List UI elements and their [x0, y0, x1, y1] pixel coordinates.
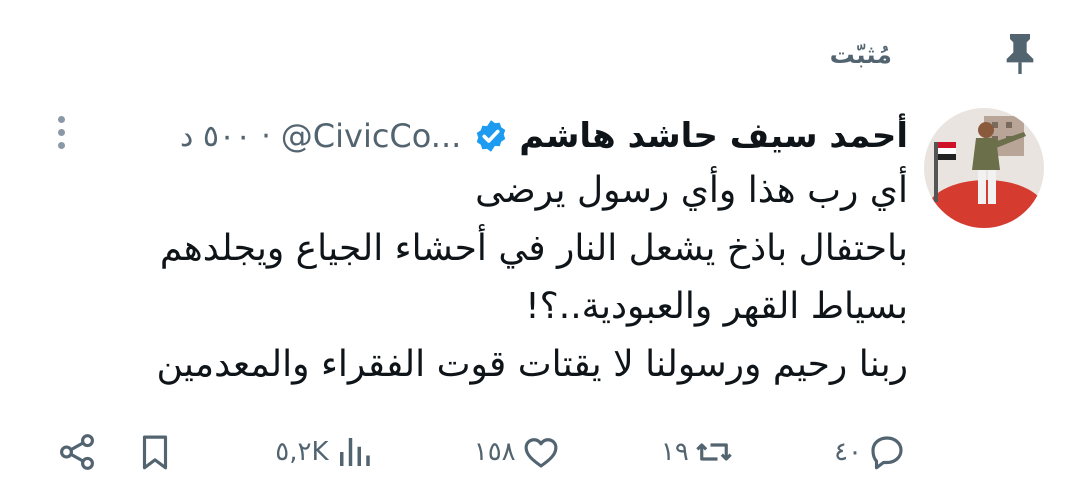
views-icon: [339, 438, 370, 466]
views-button[interactable]: ٥,٢K: [275, 431, 374, 473]
pin-icon: [1006, 34, 1034, 74]
avatar-image: [924, 108, 1044, 228]
bookmark-share-group: [56, 431, 176, 473]
share-icon: [60, 434, 95, 470]
tweet-text-line: بسياط القهر والعبودية..؟!: [525, 286, 908, 327]
share-button[interactable]: [56, 431, 98, 473]
tweet-header: أحمد سيف حاشد هاشم @CivicCo... · ٥٠٠ د: [40, 108, 908, 164]
reply-icon: [871, 436, 903, 470]
tweet-text-line: باحتفال باذخ يشعل النار في أحشاء الجياع …: [159, 228, 908, 269]
author-display-name[interactable]: أحمد سيف حاشد هاشم: [519, 116, 908, 156]
more-vertical-icon[interactable]: [56, 116, 66, 154]
tweet-actions: ٤٠ ١٩ ١٥٨ ٥,٢K: [56, 424, 908, 480]
retweet-button[interactable]: ١٩: [661, 431, 735, 473]
tweet-text-line: ربنا رحيم ورسولنا لا يقتات قوت الفقراء و…: [156, 344, 908, 385]
pinned-indicator: مُثبّت: [830, 30, 1040, 78]
like-button[interactable]: ١٥٨: [474, 431, 562, 473]
separator-dot: ·: [261, 118, 271, 154]
author-handle[interactable]: @CivicCo...: [281, 117, 462, 155]
reply-count: ٤٠: [834, 437, 862, 467]
views-count: ٥,٢K: [275, 437, 329, 467]
tweet-timestamp[interactable]: ٥٠٠ د: [180, 119, 251, 154]
reply-button[interactable]: ٤٠: [834, 431, 908, 473]
bookmark-icon: [142, 435, 168, 470]
bookmark-button[interactable]: [134, 431, 176, 473]
tweet-text-line: أي رب هذا وأي رسول يرضى: [475, 170, 908, 211]
retweet-count: ١٩: [660, 437, 689, 467]
retweet-icon: [696, 443, 732, 461]
like-count: ١٥٨: [473, 437, 516, 467]
pinned-label: مُثبّت: [829, 39, 892, 69]
avatar[interactable]: [924, 108, 1044, 228]
tweet-text: أي رب هذا وأي رسول يرضى باحتفال باذخ يشع…: [38, 162, 908, 394]
heart-icon: [524, 438, 558, 468]
verified-badge-icon: [477, 120, 506, 152]
